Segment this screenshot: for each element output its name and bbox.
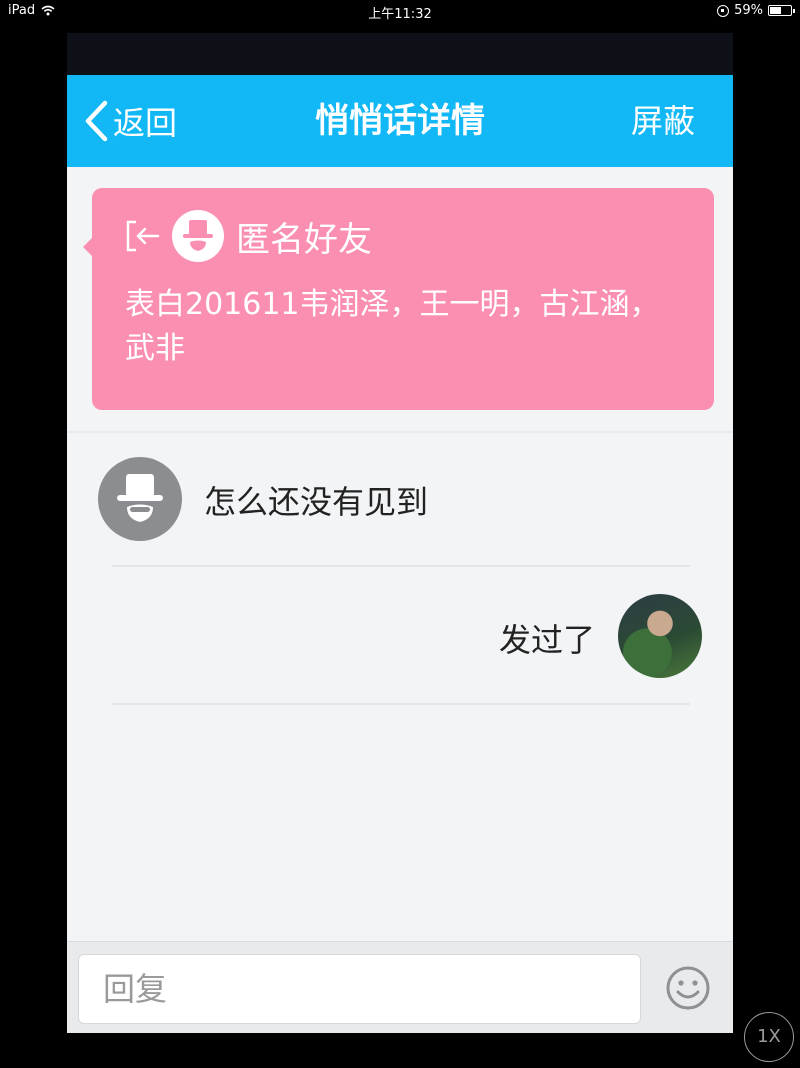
section-divider [67, 431, 733, 433]
battery-level [770, 7, 781, 14]
reply-input[interactable] [78, 954, 641, 1024]
anonymous-avatar[interactable] [98, 457, 182, 541]
device-status-bar: iPad 上午11:32 59% [0, 0, 800, 22]
rotation-lock-icon [717, 4, 730, 17]
row-divider [112, 565, 690, 567]
exit-icon [126, 220, 160, 252]
back-label: 返回 [113, 104, 178, 142]
outgoing-message-text: 发过了 [498, 621, 595, 659]
anonymous-hat-icon [117, 474, 163, 522]
back-button[interactable]: 返回 [83, 75, 177, 167]
row-divider [112, 703, 690, 705]
message-row-outgoing: 发过了 [67, 593, 733, 703]
anonymous-hat-icon [172, 210, 224, 262]
battery-icon [768, 5, 795, 16]
card-sender-name: 匿名好友 [236, 219, 372, 260]
block-button[interactable]: 屏蔽 [631, 75, 695, 167]
message-row-incoming: 怎么还没有见到 [67, 455, 733, 565]
chevron-left-icon [85, 100, 108, 142]
reply-bar [67, 941, 733, 1033]
zoom-toggle-button[interactable]: 1X [744, 1012, 794, 1062]
status-time: 上午11:32 [368, 7, 432, 22]
user-photo-avatar[interactable] [618, 594, 702, 678]
card-header: 匿名好友 [122, 210, 372, 262]
smiley-icon[interactable] [664, 964, 712, 1012]
incoming-message-text: 怎么还没有见到 [204, 483, 429, 521]
battery-percent: 59% [734, 3, 763, 18]
app-window: 返回 悄悄话详情 屏蔽 匿名好友 表白201611韦润泽，王一明，古江涵，武非 [67, 33, 733, 1033]
card-message-text: 表白201611韦润泽，王一明，古江涵，武非 [125, 287, 660, 366]
app-status-strip [67, 33, 733, 75]
nav-bar: 返回 悄悄话详情 屏蔽 [67, 75, 733, 167]
whisper-card: 匿名好友 表白201611韦润泽，王一明，古江涵，武非 [83, 188, 714, 410]
